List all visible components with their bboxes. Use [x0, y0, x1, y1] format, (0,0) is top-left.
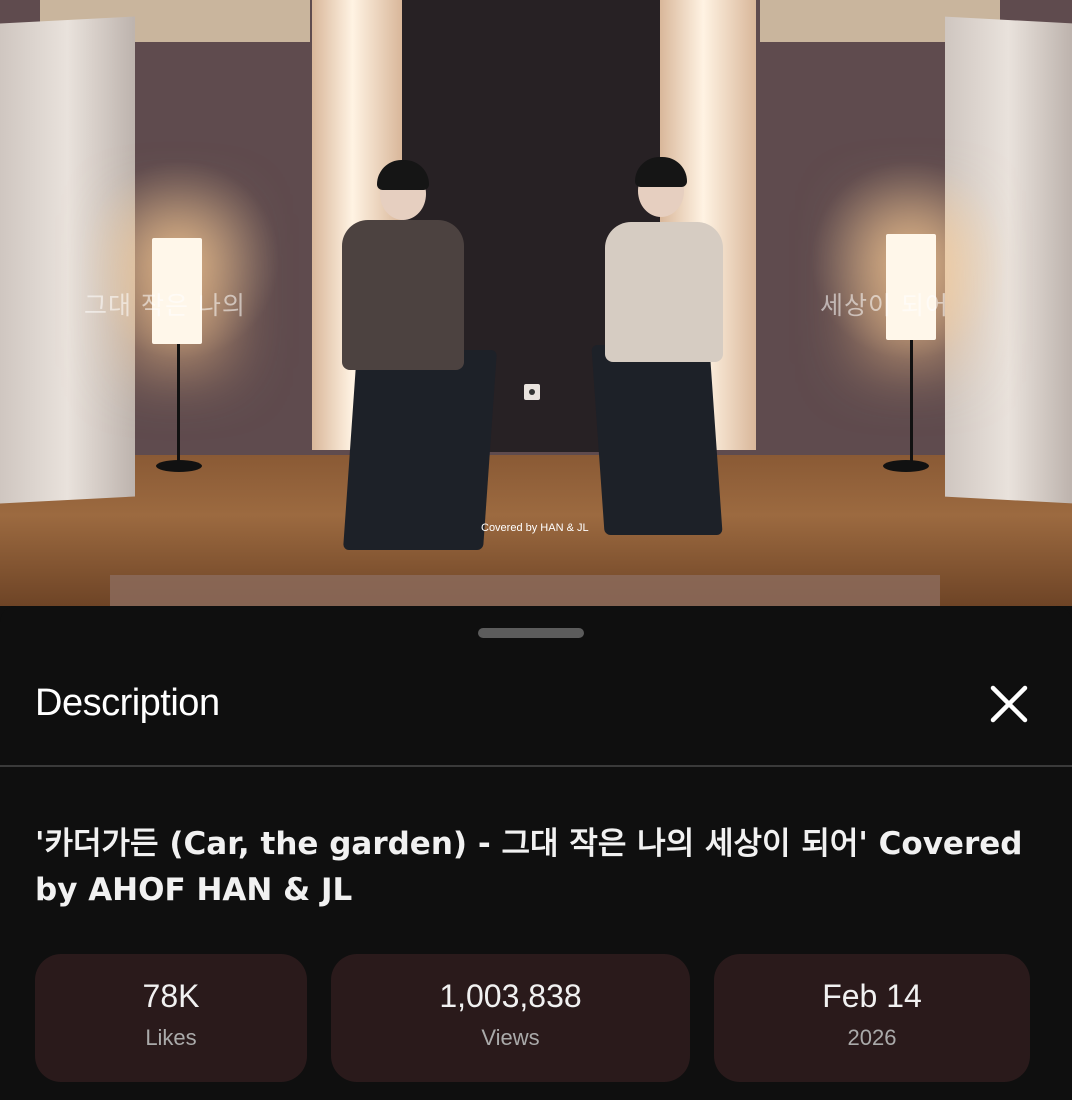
likes-count: 78K: [142, 978, 200, 1014]
upload-date: Feb 14: [822, 978, 922, 1014]
lyric-left: 그대 작은 나의: [84, 291, 246, 320]
person-left-cardigan: [342, 220, 464, 370]
likes-stat[interactable]: 78K Likes: [35, 954, 307, 1082]
person-left-legs: [343, 350, 497, 550]
likes-label: Likes: [145, 1025, 197, 1050]
close-button[interactable]: [984, 679, 1034, 729]
sheet-title: Description: [35, 682, 220, 724]
cover-credit: Covered by HAN & JL: [481, 522, 589, 534]
lamp-base-right: [883, 460, 929, 472]
rug: [110, 575, 940, 606]
description-sheet: Description '카더가든 (Car, the garden) - 그대…: [0, 606, 1072, 1100]
close-icon: [990, 685, 1028, 723]
views-count: 1,003,838: [439, 978, 582, 1014]
upload-year: 2026: [847, 1025, 897, 1050]
video-title: '카더가든 (Car, the garden) - 그대 작은 나의 세상이 되…: [35, 826, 1023, 908]
views-label: Views: [481, 1025, 540, 1050]
lyric-right: 세상이 되어: [820, 291, 949, 320]
video-player[interactable]: 그대 작은 나의 세상이 되어 Covered by HAN & JL: [0, 0, 1072, 606]
date-stat[interactable]: Feb 14 2026: [714, 954, 1030, 1082]
drag-handle[interactable]: [478, 628, 584, 638]
views-stat[interactable]: 1,003,838 Views: [331, 954, 690, 1082]
lamp-base-left: [156, 460, 202, 472]
lamp-pole-left: [177, 344, 180, 464]
person-right-legs: [591, 345, 723, 535]
wall-socket: [524, 384, 540, 400]
person-right-cardigan: [605, 222, 723, 362]
lamp-pole-right: [910, 340, 913, 464]
divider: [0, 765, 1072, 767]
